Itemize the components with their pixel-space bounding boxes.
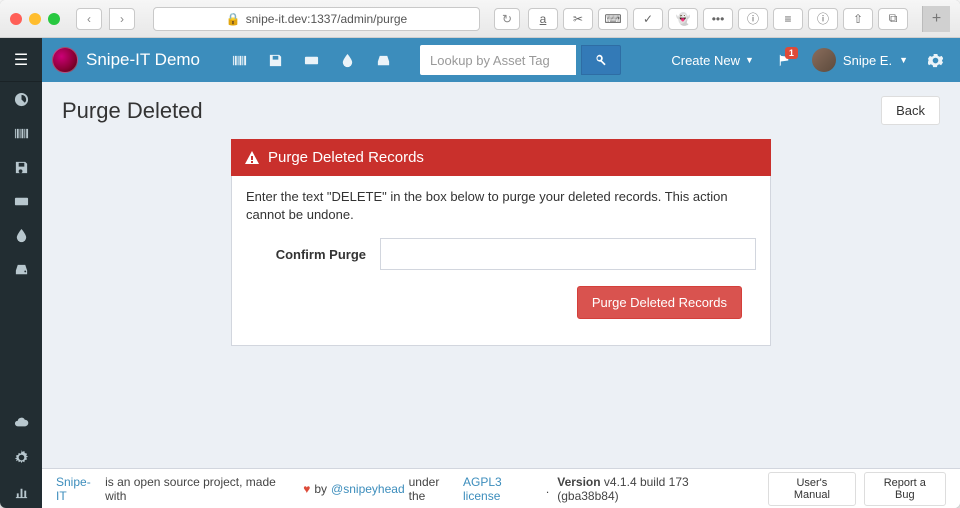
footer: Snipe-IT is an open source project, made…: [42, 468, 960, 508]
minimize-window[interactable]: [29, 13, 41, 25]
logo-image: [52, 47, 78, 73]
close-window[interactable]: [10, 13, 22, 25]
info-icon[interactable]: ⓘ: [738, 8, 768, 30]
purge-button[interactable]: Purge Deleted Records: [577, 286, 742, 319]
users-manual-button[interactable]: User's Manual: [768, 472, 856, 506]
page-header: Purge Deleted Back: [62, 96, 940, 125]
settings-icon[interactable]: [920, 45, 950, 75]
instructions-text: Enter the text "DELETE" in the box below…: [246, 188, 756, 224]
keyboard-icon[interactable]: ⌨: [598, 8, 628, 30]
reload-button[interactable]: ↻: [494, 8, 520, 30]
app-title: Snipe-IT Demo: [86, 50, 200, 70]
ghost-icon[interactable]: 👻: [668, 8, 698, 30]
new-tab-button[interactable]: +: [922, 6, 950, 32]
gear-icon[interactable]: [0, 440, 42, 474]
search-input[interactable]: [420, 45, 576, 75]
caret-down-icon: ▼: [745, 55, 754, 65]
forward-nav-button[interactable]: ›: [109, 8, 135, 30]
window-controls: [10, 13, 60, 25]
dashboard-icon[interactable]: [0, 82, 42, 116]
tabs-icon[interactable]: ⧉: [878, 8, 908, 30]
drop-icon[interactable]: [0, 218, 42, 252]
search-button[interactable]: [581, 45, 621, 75]
tb-save-icon[interactable]: [260, 45, 290, 75]
back-nav-button[interactable]: ‹: [76, 8, 102, 30]
app-logo[interactable]: Snipe-IT Demo: [52, 47, 200, 73]
warning-icon: [244, 150, 260, 166]
heart-icon: ♥: [303, 482, 310, 496]
main-area: Snipe-IT Demo Create New ▼ 1: [42, 38, 960, 508]
tb-hdd-icon[interactable]: [368, 45, 398, 75]
panel-heading: Purge Deleted Records: [231, 139, 771, 176]
notification-badge: 1: [785, 47, 798, 59]
save-icon[interactable]: [0, 150, 42, 184]
notifications-button[interactable]: 1: [770, 45, 800, 75]
info2-icon[interactable]: ⓘ: [808, 8, 838, 30]
browser-window: ‹ › 🔒 snipe-it.dev:1337/admin/purge ↻ a …: [0, 0, 960, 508]
purge-panel: Purge Deleted Records Enter the text "DE…: [231, 139, 771, 346]
back-button[interactable]: Back: [881, 96, 940, 125]
tb-keyboard-icon[interactable]: [296, 45, 326, 75]
tb-barcode-icon[interactable]: [224, 45, 254, 75]
stack-icon[interactable]: ≡: [773, 8, 803, 30]
address-bar[interactable]: 🔒 snipe-it.dev:1337/admin/purge: [153, 7, 480, 31]
confirm-row: Confirm Purge: [246, 238, 756, 270]
chart-icon[interactable]: [0, 474, 42, 508]
content: Purge Deleted Back Purge Deleted Records…: [42, 82, 960, 468]
panel-body: Enter the text "DELETE" in the box below…: [232, 176, 770, 345]
sidebar: ☰: [0, 38, 42, 508]
report-bug-button[interactable]: Report a Bug: [864, 472, 946, 506]
keyboard2-icon[interactable]: [0, 184, 42, 218]
amazon-icon[interactable]: a: [528, 8, 558, 30]
scissors-icon[interactable]: ✂: [563, 8, 593, 30]
toolbar-buttons: a ✂ ⌨ ✓ 👻 ••• ⓘ ≡ ⓘ ⇧ ⧉: [528, 8, 908, 30]
user-menu[interactable]: Snipe E. ▼: [806, 48, 914, 72]
tb-drop-icon[interactable]: [332, 45, 362, 75]
hamburger-icon[interactable]: ☰: [0, 38, 42, 82]
version-text: Version v4.1.4 build 173 (gba38b84): [557, 475, 752, 503]
topbar: Snipe-IT Demo Create New ▼ 1: [42, 38, 960, 82]
lock-icon: 🔒: [226, 12, 241, 26]
cloud-icon[interactable]: [0, 406, 42, 440]
app-frame: ☰ Snipe-IT Demo: [0, 38, 960, 508]
footer-link-author[interactable]: @snipeyhead: [331, 482, 405, 496]
footer-link-license[interactable]: AGPL3 license: [463, 475, 542, 503]
page-title: Purge Deleted: [62, 98, 203, 124]
maximize-window[interactable]: [48, 13, 60, 25]
browser-chrome: ‹ › 🔒 snipe-it.dev:1337/admin/purge ↻ a …: [0, 0, 960, 38]
more-icon[interactable]: •••: [703, 8, 733, 30]
share-icon[interactable]: ⇧: [843, 8, 873, 30]
barcode-icon[interactable]: [0, 116, 42, 150]
url-text: snipe-it.dev:1337/admin/purge: [246, 12, 407, 26]
hdd-icon[interactable]: [0, 252, 42, 286]
caret-down-icon: ▼: [899, 55, 908, 65]
avatar: [812, 48, 836, 72]
confirm-input[interactable]: [380, 238, 756, 270]
panel-footer: Purge Deleted Records: [246, 286, 756, 333]
confirm-label: Confirm Purge: [246, 247, 366, 262]
footer-link-snipeit[interactable]: Snipe-IT: [56, 475, 101, 503]
create-new-menu[interactable]: Create New ▼: [661, 45, 764, 75]
check-icon[interactable]: ✓: [633, 8, 663, 30]
